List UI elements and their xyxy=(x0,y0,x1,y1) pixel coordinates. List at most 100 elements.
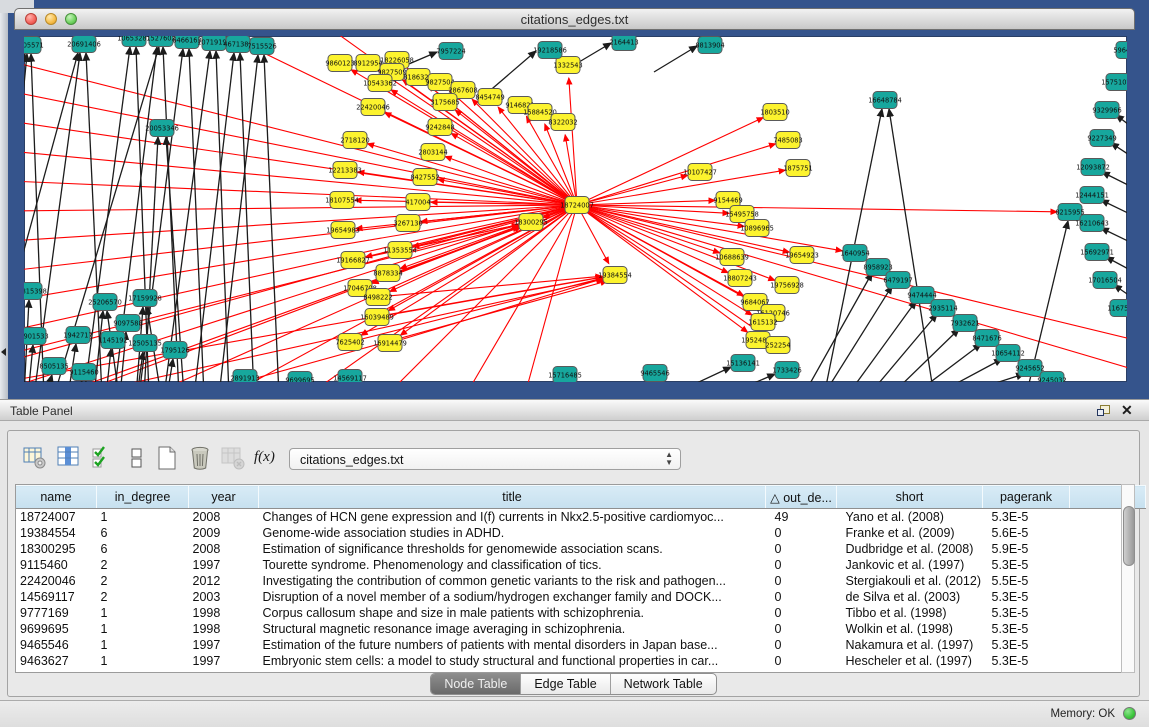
delete-rows-button[interactable] xyxy=(188,445,216,473)
graph-edge xyxy=(24,61,577,205)
network-canvas[interactable]: 1872400718300295193845549860123891295418… xyxy=(24,36,1127,382)
table-row[interactable]: 1456911722003Disruption of a novel membe… xyxy=(16,589,1146,605)
left-panel-edge xyxy=(0,0,8,399)
table-scrollbar[interactable] xyxy=(1121,484,1135,673)
graph-edge xyxy=(76,381,82,382)
graph-edge xyxy=(1101,228,1127,243)
column-header-title[interactable]: title xyxy=(259,486,766,509)
graph-node-label: 19654923 xyxy=(785,251,819,259)
table-scrollbar-thumb[interactable] xyxy=(1123,506,1135,566)
table-cell: 22420046 xyxy=(16,573,97,589)
table-select-dropdown[interactable]: citations_edges.txt ▲▼ xyxy=(289,448,681,470)
graph-node-label: 19218586 xyxy=(533,46,567,54)
graph-node-label: 1527602 xyxy=(146,36,175,42)
network-window-titlebar[interactable]: citations_edges.txt xyxy=(14,8,1135,30)
window-title: citations_edges.txt xyxy=(15,12,1134,27)
graph-node-label: 12213383 xyxy=(328,166,362,174)
collapse-panel-arrow-icon[interactable] xyxy=(1,348,6,356)
table-cell: 1 xyxy=(97,653,189,669)
table-row[interactable]: 1872400712008Changes of HCN gene express… xyxy=(16,509,1146,526)
table-cell: Stergiakouli et al. (2012) xyxy=(837,573,983,589)
table-cell: Tibbo et al. (1998) xyxy=(837,605,983,621)
table-cell: 1997 xyxy=(189,557,259,573)
table-cell: 5.5E-5 xyxy=(983,573,1070,589)
table-cell: Estimation of the future numbers of pati… xyxy=(259,637,766,653)
column-header-short[interactable]: short xyxy=(837,486,983,509)
table-row[interactable]: 969969511998Structural magnetic resonanc… xyxy=(16,621,1146,637)
graph-edge xyxy=(577,205,720,253)
table-cell: 2 xyxy=(97,573,189,589)
graph-edge xyxy=(577,144,776,205)
graph-node-label: 9097588 xyxy=(113,319,142,327)
memory-status-indicator[interactable] xyxy=(1123,707,1136,720)
function-builder-button[interactable]: f(x) xyxy=(254,449,282,477)
table-cell: Embryonic stem cells: a model to study s… xyxy=(259,653,766,669)
graph-node-label: 7932621 xyxy=(950,319,979,327)
column-header-in_degree[interactable]: in_degree xyxy=(97,486,189,509)
graph-node-label: 17016504 xyxy=(1088,276,1122,284)
table-cell: Structural magnetic resonance image aver… xyxy=(259,621,766,637)
graph-edge xyxy=(1106,257,1127,272)
table-cell: 5.3E-5 xyxy=(983,605,1070,621)
graph-edge xyxy=(724,374,775,382)
select-column-button[interactable] xyxy=(56,445,84,473)
table-row[interactable]: 2242004622012Investigating the contribut… xyxy=(16,573,1146,589)
column-header-year[interactable]: year xyxy=(189,486,259,509)
node-table[interactable]: namein_degreeyeartitle△ out_de...shortpa… xyxy=(15,484,1128,673)
graph-node-label: 1332543 xyxy=(553,61,582,69)
table-cell: Dudbridge et al. (2008) xyxy=(837,541,983,557)
graph-node-label: 5964431 xyxy=(1113,46,1127,54)
graph-node-label: 1145192 xyxy=(98,336,127,344)
table-settings-button[interactable] xyxy=(22,445,50,473)
row-height-button[interactable] xyxy=(124,445,152,473)
table-cell: Tourette syndrome. Phenomenology and cla… xyxy=(259,557,766,573)
graph-edge xyxy=(24,151,577,205)
table-cell: 2008 xyxy=(189,509,259,526)
graph-node-label: 252254 xyxy=(765,341,790,349)
table-row[interactable]: 977716911998Corpus callosum shape and si… xyxy=(16,605,1146,621)
column-header-pagerank[interactable]: pagerank xyxy=(983,486,1070,509)
delete-table-button[interactable] xyxy=(220,445,248,473)
graph-edge xyxy=(933,359,1002,382)
tab-network-table[interactable]: Network Table xyxy=(611,674,716,694)
table-cell: 1998 xyxy=(189,621,259,637)
table-cell: Changes of HCN gene expression and I(f) … xyxy=(259,509,766,526)
table-row[interactable]: 1938455462009Genome-wide association stu… xyxy=(16,525,1146,541)
table-cell: 2008 xyxy=(189,541,259,557)
graph-node-label: 12444151 xyxy=(1075,191,1109,199)
graph-node-label: 10688639 xyxy=(715,253,749,261)
graph-node-label: 3175685 xyxy=(430,98,459,106)
table-cell: 0 xyxy=(766,621,837,637)
graph-node-label: 8427552 xyxy=(410,173,439,181)
tab-edge-table[interactable]: Edge Table xyxy=(521,674,610,694)
select-rows-button[interactable] xyxy=(90,445,118,473)
graph-node-label: 8505135 xyxy=(39,362,68,370)
table-cell: 5.9E-5 xyxy=(983,541,1070,557)
table-row[interactable]: 911546021997Tourette syndrome. Phenomeno… xyxy=(16,557,1146,573)
graph-edge xyxy=(24,121,577,205)
table-cell: 0 xyxy=(766,637,837,653)
table-panel-header[interactable]: Table Panel ✕ xyxy=(0,399,1149,421)
graph-node-label: 9245032 xyxy=(1037,376,1066,382)
new-table-button[interactable] xyxy=(154,445,182,473)
graph-edge xyxy=(654,46,697,72)
graph-node-label: 7485083 xyxy=(773,136,802,144)
float-panel-icon[interactable] xyxy=(1097,405,1110,417)
column-header-name[interactable]: name xyxy=(16,486,97,509)
tab-node-table[interactable]: Node Table xyxy=(431,674,521,694)
table-cell: 0 xyxy=(766,557,837,573)
table-cell: Yano et al. (2008) xyxy=(837,509,983,526)
graph-node-label: 7625402 xyxy=(335,338,364,346)
table-row[interactable]: 946362711997Embryonic stem cells: a mode… xyxy=(16,653,1146,669)
table-row[interactable]: 1830029562008Estimation of significance … xyxy=(16,541,1146,557)
table-cell: Disruption of a novel member of a sodium… xyxy=(259,589,766,605)
graph-node-label: 9227349 xyxy=(1087,134,1116,142)
close-panel-icon[interactable]: ✕ xyxy=(1121,402,1133,419)
column-header-△ out_de...[interactable]: △ out_de... xyxy=(766,486,837,509)
graph-node-label: 15136141 xyxy=(726,359,760,367)
graph-node-label: 19384554 xyxy=(598,271,632,279)
graph-node-label: 15495758 xyxy=(725,210,759,218)
table-cell: 1 xyxy=(97,605,189,621)
table-cell: 5.6E-5 xyxy=(983,525,1070,541)
table-row[interactable]: 946554611997Estimation of the future num… xyxy=(16,637,1146,653)
